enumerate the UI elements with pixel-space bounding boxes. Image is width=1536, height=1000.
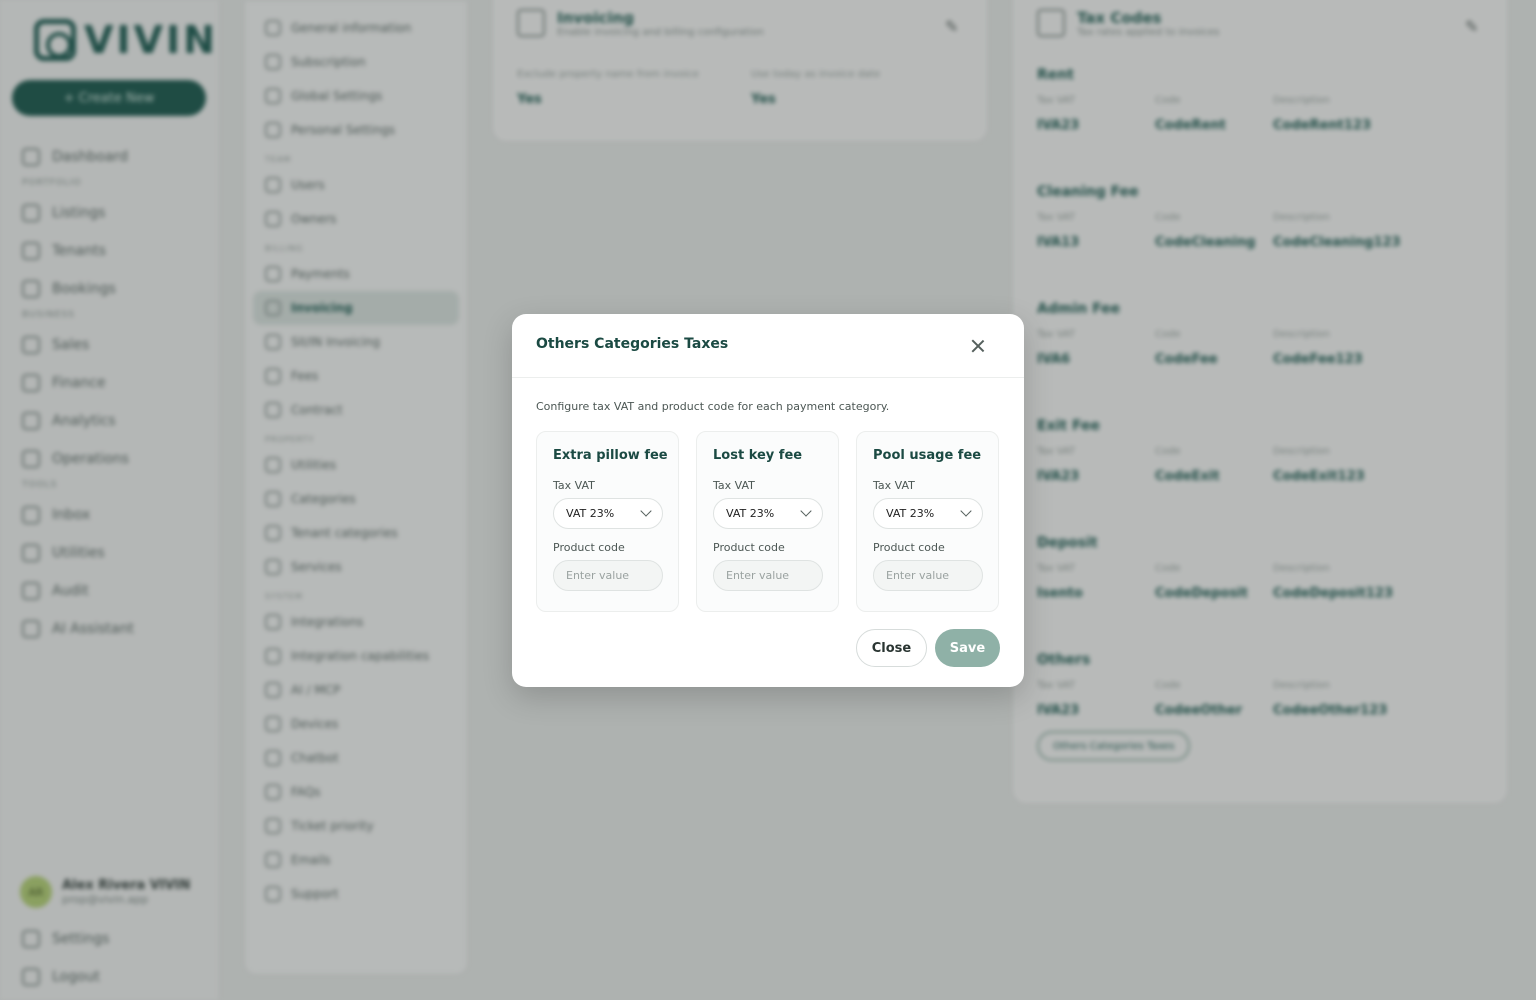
category-card-lost-key-fee: Lost key fee Tax VAT VAT 23% Product cod… [696, 431, 839, 612]
tax-vat-label: Tax VAT [553, 479, 595, 492]
tax-vat-label: Tax VAT [873, 479, 915, 492]
tax-vat-select[interactable]: VAT 23% [713, 498, 823, 529]
close-button[interactable]: Close [856, 629, 927, 667]
category-title: Extra pillow fee [553, 448, 668, 463]
tax-vat-label: Tax VAT [713, 479, 755, 492]
tax-vat-value: VAT 23% [726, 507, 775, 520]
close-icon[interactable] [968, 336, 988, 356]
product-code-label: Product code [713, 541, 785, 554]
modal-header: Others Categories Taxes [512, 314, 1024, 378]
others-categories-taxes-modal: Others Categories Taxes Configure tax VA… [512, 314, 1024, 687]
save-button[interactable]: Save [935, 629, 1000, 667]
modal-title: Others Categories Taxes [536, 336, 729, 352]
category-cards: Extra pillow fee Tax VAT VAT 23% Product… [536, 431, 999, 612]
chevron-down-icon [800, 505, 812, 517]
category-card-extra-pillow-fee: Extra pillow fee Tax VAT VAT 23% Product… [536, 431, 679, 612]
tax-vat-value: VAT 23% [886, 507, 935, 520]
category-card-pool-usage-fee: Pool usage fee Tax VAT VAT 23% Product c… [856, 431, 999, 612]
chevron-down-icon [640, 505, 652, 517]
tax-vat-value: VAT 23% [566, 507, 615, 520]
category-title: Pool usage fee [873, 448, 982, 463]
chevron-down-icon [960, 505, 972, 517]
modal-description: Configure tax VAT and product code for e… [536, 400, 890, 413]
product-code-label: Product code [873, 541, 945, 554]
category-title: Lost key fee [713, 448, 803, 463]
product-code-input[interactable] [713, 560, 823, 591]
tax-vat-select[interactable]: VAT 23% [873, 498, 983, 529]
tax-vat-select[interactable]: VAT 23% [553, 498, 663, 529]
product-code-input[interactable] [553, 560, 663, 591]
product-code-label: Product code [553, 541, 625, 554]
product-code-input[interactable] [873, 560, 983, 591]
